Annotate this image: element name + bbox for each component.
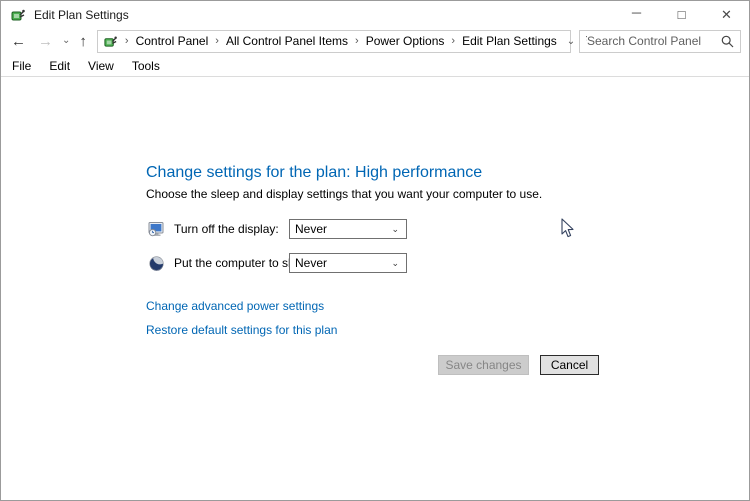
menu-tools[interactable]: Tools xyxy=(123,57,169,75)
menu-edit[interactable]: Edit xyxy=(40,57,79,75)
change-advanced-power-settings-link[interactable]: Change advanced power settings xyxy=(146,299,324,313)
restore-default-settings-link[interactable]: Restore default settings for this plan xyxy=(146,323,337,337)
breadcrumb-separator: › xyxy=(348,35,366,47)
main-content: Change settings for the plan: High perfo… xyxy=(1,77,749,500)
mouse-cursor-icon xyxy=(561,218,575,239)
selected-value: Never xyxy=(295,222,327,236)
display-timeout-select[interactable]: Never ⌄ xyxy=(289,219,407,239)
breadcrumb-control-panel[interactable]: Control Panel xyxy=(136,34,209,48)
breadcrumb-separator: › xyxy=(118,35,136,47)
sleep-timeout-select[interactable]: Never ⌄ xyxy=(289,253,407,273)
edit-plan-settings-window: Edit Plan Settings ─ □ ✕ ← → ⌄ ↑ › Contr… xyxy=(0,0,750,501)
setting-row-display: Turn off the display: xyxy=(148,219,279,239)
selected-value: Never xyxy=(295,256,327,270)
back-icon[interactable]: ← xyxy=(5,34,32,49)
setting-label: Turn off the display: xyxy=(174,222,279,236)
page-title: Change settings for the plan: High perfo… xyxy=(146,164,482,182)
power-plan-icon xyxy=(10,7,26,23)
close-button[interactable]: ✕ xyxy=(704,1,749,28)
search-input[interactable] xyxy=(587,34,721,48)
up-icon[interactable]: ↑ xyxy=(73,34,93,49)
breadcrumb-power-options[interactable]: Power Options xyxy=(366,34,445,48)
breadcrumb-edit-plan-settings[interactable]: Edit Plan Settings xyxy=(462,34,557,48)
window-title: Edit Plan Settings xyxy=(34,8,129,22)
breadcrumb-separator: › xyxy=(208,35,226,47)
search-box xyxy=(579,30,741,53)
menu-file[interactable]: File xyxy=(3,57,40,75)
menu-view[interactable]: View xyxy=(79,57,123,75)
breadcrumb-all-control-panel-items[interactable]: All Control Panel Items xyxy=(226,34,348,48)
menu-bar: File Edit View Tools xyxy=(1,56,749,77)
sleep-icon xyxy=(148,255,165,272)
search-icon[interactable] xyxy=(721,35,734,48)
power-options-icon xyxy=(103,34,118,49)
address-bar[interactable]: › Control Panel › All Control Panel Item… xyxy=(97,30,571,53)
save-changes-button[interactable]: Save changes xyxy=(438,355,529,375)
chevron-down-icon: ⌄ xyxy=(391,224,406,235)
navigation-bar: ← → ⌄ ↑ › Control Panel › All Control Pa… xyxy=(1,28,749,56)
title-bar: Edit Plan Settings ─ □ ✕ xyxy=(1,1,749,28)
recent-pages-chevron-icon[interactable]: ⌄ xyxy=(59,36,73,46)
forward-icon[interactable]: → xyxy=(32,34,59,49)
page-subtitle: Choose the sleep and display settings th… xyxy=(146,187,542,201)
minimize-button[interactable]: ─ xyxy=(614,1,659,28)
chevron-down-icon: ⌄ xyxy=(391,258,406,269)
display-icon xyxy=(148,221,165,238)
cancel-button[interactable]: Cancel xyxy=(540,355,599,375)
maximize-button[interactable]: □ xyxy=(659,1,704,28)
breadcrumb-separator: › xyxy=(444,35,462,47)
